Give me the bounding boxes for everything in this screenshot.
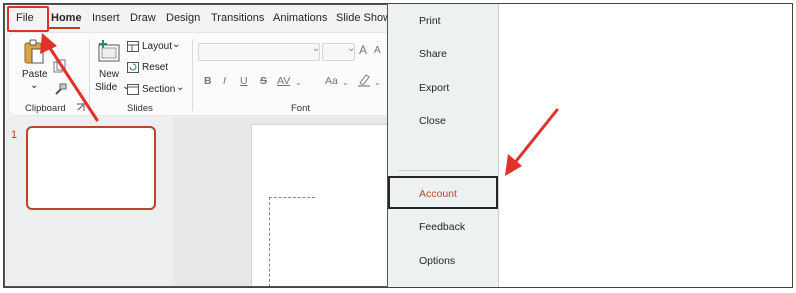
section-button[interactable]: Section <box>142 84 175 95</box>
account-highlight-box <box>388 176 498 209</box>
new-slide-icon[interactable] <box>97 39 121 63</box>
backstage-export[interactable]: Export <box>419 82 449 94</box>
screenshot-frame: File Home Insert Draw Design Transitions… <box>0 0 796 293</box>
backstage-options[interactable]: Options <box>419 255 455 267</box>
strikethrough-button[interactable]: S <box>260 75 267 87</box>
reset-button[interactable]: Reset <box>142 62 168 73</box>
format-painter-icon[interactable] <box>54 82 68 96</box>
menu-bar: File Home Insert Draw Design Transitions… <box>5 5 388 32</box>
layout-icon[interactable] <box>127 41 139 52</box>
paste-dropdown-arrow[interactable]: ⌄ <box>30 80 38 91</box>
tab-draw[interactable]: Draw <box>130 12 156 24</box>
layout-dropdown-arrow[interactable]: ⌄ <box>172 39 180 50</box>
change-case-button[interactable]: Aa <box>325 75 338 87</box>
slide-number: 1 <box>11 129 18 141</box>
font-size-dropdown-arrow[interactable]: ⌄ <box>347 43 355 54</box>
slide-editing-area <box>173 117 388 286</box>
grow-font-button[interactable]: A <box>359 43 367 57</box>
section-icon[interactable] <box>127 84 139 95</box>
italic-button[interactable]: I <box>223 75 226 87</box>
backstage-close[interactable]: Close <box>419 115 446 127</box>
group-divider <box>192 39 193 111</box>
content-placeholder[interactable] <box>269 197 315 286</box>
character-spacing-arrow[interactable]: ⌄ <box>295 78 302 87</box>
backstage-divider <box>398 170 480 171</box>
copy-icon[interactable] <box>53 59 67 73</box>
backstage-content-pane <box>498 4 792 287</box>
clipboard-group-label: Clipboard <box>25 103 66 114</box>
font-name-dropdown-arrow[interactable]: ⌄ <box>312 43 320 54</box>
slide-thumbnail-pane: 1 <box>5 117 173 286</box>
slides-group-label: Slides <box>127 103 153 114</box>
reset-icon[interactable] <box>127 62 139 73</box>
tab-transitions[interactable]: Transitions <box>211 12 264 24</box>
font-group-label: Font <box>291 103 311 114</box>
group-divider <box>89 39 90 111</box>
backstage-share[interactable]: Share <box>419 48 447 60</box>
backstage-feedback[interactable]: Feedback <box>419 221 465 233</box>
backstage-menu: Print Share Export Close Account Feedbac… <box>387 4 498 287</box>
highlighter-arrow[interactable]: ⌄ <box>374 78 381 87</box>
new-slide-label-slide[interactable]: Slide <box>95 82 117 93</box>
character-spacing-button[interactable]: AV <box>277 75 290 87</box>
tab-animations[interactable]: Animations <box>273 12 327 24</box>
paste-icon[interactable] <box>23 39 45 65</box>
tab-design[interactable]: Design <box>166 12 200 24</box>
backstage-print[interactable]: Print <box>419 15 441 27</box>
dialog-launcher-icon[interactable] <box>76 103 85 112</box>
tab-slide-show[interactable]: Slide Show <box>336 12 388 24</box>
font-name-dropdown[interactable] <box>198 43 320 61</box>
powerpoint-window: File Home Insert Draw Design Transitions… <box>4 4 388 287</box>
file-highlight-box <box>7 6 49 32</box>
tab-insert[interactable]: Insert <box>92 12 120 24</box>
section-dropdown-arrow[interactable]: ⌄ <box>176 82 184 93</box>
layout-button[interactable]: Layout <box>142 41 172 52</box>
tab-home[interactable]: Home <box>51 12 82 24</box>
change-case-arrow[interactable]: ⌄ <box>342 78 349 87</box>
new-slide-label-new[interactable]: New <box>99 69 119 80</box>
bold-button[interactable]: B <box>204 75 212 87</box>
highlighter-icon[interactable] <box>357 73 371 87</box>
shrink-font-button[interactable]: A <box>374 45 381 56</box>
ribbon: Paste ⌄ Clipboard New Slide ⌄ Layout ⌄ R… <box>9 33 388 115</box>
paste-label[interactable]: Paste <box>22 69 48 80</box>
active-tab-indicator <box>49 27 80 29</box>
underline-button[interactable]: U <box>240 75 248 87</box>
slide-thumbnail[interactable] <box>26 126 156 210</box>
